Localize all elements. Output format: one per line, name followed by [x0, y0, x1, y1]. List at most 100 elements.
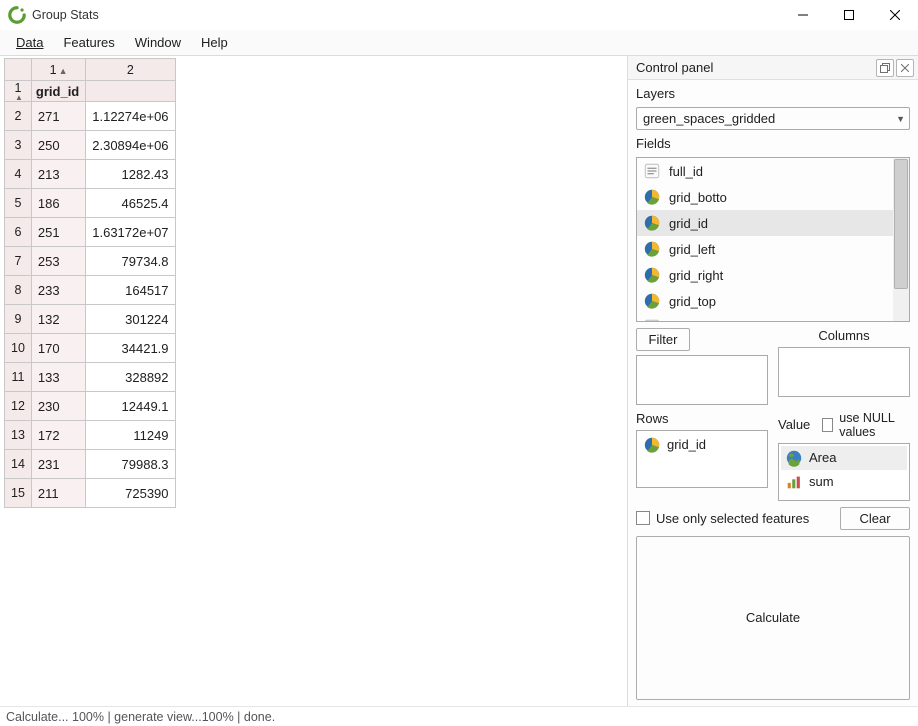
cell-grid-id[interactable]: 213 — [31, 160, 85, 189]
table-row[interactable]: 62511.63172e+07 — [5, 218, 176, 247]
close-button[interactable] — [872, 0, 918, 30]
fields-list[interactable]: full_id grid_botto grid_idgrid_leftgrid_ri… — [637, 158, 893, 321]
menu-help[interactable]: Help — [191, 32, 238, 53]
table-row[interactable]: 11133328892 — [5, 363, 176, 392]
cell-grid-id[interactable]: 271 — [31, 102, 85, 131]
cell-grid-id[interactable]: 250 — [31, 131, 85, 160]
maximize-button[interactable] — [826, 0, 872, 30]
field-item-grid-botto[interactable]: grid_botto — [637, 184, 893, 210]
calculate-button[interactable]: Calculate — [636, 536, 910, 701]
table-row[interactable]: 8233164517 — [5, 276, 176, 305]
cell-grid-id[interactable]: 132 — [31, 305, 85, 334]
rows-item-grid-id[interactable]: grid_id — [639, 433, 765, 457]
cell-value[interactable]: 164517 — [86, 276, 175, 305]
value-dropzone[interactable]: Areasum — [778, 443, 910, 501]
fields-scrollbar[interactable] — [893, 158, 909, 321]
cell-value[interactable]: 12449.1 — [86, 392, 175, 421]
column-header-1[interactable]: 1▲ — [31, 59, 85, 81]
table-row[interactable]: 1017034421.9 — [5, 334, 176, 363]
cell-value[interactable]: 34421.9 — [86, 334, 175, 363]
cell-grid-id[interactable]: 231 — [31, 450, 85, 479]
value-item-sum[interactable]: sum — [781, 470, 907, 494]
row-header[interactable]: 2 — [5, 102, 32, 131]
table-row[interactable]: 15211725390 — [5, 479, 176, 508]
row-header-1[interactable]: 1▲ — [5, 81, 32, 102]
cell-value[interactable]: 11249 — [86, 421, 175, 450]
cell-value[interactable]: 46525.4 — [86, 189, 175, 218]
cell-grid-id[interactable]: 253 — [31, 247, 85, 276]
field-item-grid-top[interactable]: grid_top — [637, 288, 893, 314]
row-header[interactable]: 11 — [5, 363, 32, 392]
row-header[interactable]: 15 — [5, 479, 32, 508]
row-header[interactable]: 13 — [5, 421, 32, 450]
panel-float-button[interactable] — [876, 59, 894, 77]
row-header[interactable]: 7 — [5, 247, 32, 276]
columns-dropzone[interactable] — [778, 347, 910, 397]
field-item-grid-left[interactable]: grid_left — [637, 236, 893, 262]
cell-grid-id[interactable]: 211 — [31, 479, 85, 508]
cell-grid-id[interactable]: 233 — [31, 276, 85, 305]
cell-value[interactable]: 328892 — [86, 363, 175, 392]
minimize-button[interactable] — [780, 0, 826, 30]
table-row[interactable]: 1423179988.3 — [5, 450, 176, 479]
pie-icon — [643, 240, 661, 258]
cell-grid-id[interactable]: 170 — [31, 334, 85, 363]
row-header[interactable]: 14 — [5, 450, 32, 479]
use-null-checkbox[interactable] — [822, 418, 833, 432]
scrollbar-thumb[interactable] — [894, 159, 908, 289]
field-item-label: grid_botto — [669, 190, 727, 205]
cell-value[interactable]: 1282.43 — [86, 160, 175, 189]
row-header[interactable]: 8 — [5, 276, 32, 305]
cell-value[interactable]: 1.63172e+07 — [86, 218, 175, 247]
table-row[interactable]: 1317211249 — [5, 421, 176, 450]
row-header[interactable]: 4 — [5, 160, 32, 189]
menu-window[interactable]: Window — [125, 32, 191, 53]
fields-label: Fields — [636, 136, 910, 151]
field-item-grid-right[interactable]: grid_right — [637, 262, 893, 288]
row-header[interactable]: 9 — [5, 305, 32, 334]
use-only-selected-checkbox[interactable] — [636, 511, 650, 525]
table-row[interactable]: 518646525.4 — [5, 189, 176, 218]
field-item-full-id[interactable]: full_id — [637, 158, 893, 184]
table-row[interactable]: 725379734.8 — [5, 247, 176, 276]
row-header[interactable]: 6 — [5, 218, 32, 247]
cell-grid-id[interactable]: 230 — [31, 392, 85, 421]
menu-features[interactable]: Features — [53, 32, 124, 53]
cell-grid-id[interactable]: 172 — [31, 421, 85, 450]
panel-close-button[interactable] — [896, 59, 914, 77]
row-header[interactable]: 12 — [5, 392, 32, 421]
table-corner[interactable] — [5, 59, 32, 81]
cell-value[interactable]: 2.30894e+06 — [86, 131, 175, 160]
menu-data[interactable]: Data — [6, 32, 53, 53]
table-row[interactable]: 32502.30894e+06 — [5, 131, 176, 160]
cell-value[interactable]: 79734.8 — [86, 247, 175, 276]
table-row[interactable]: 42131282.43 — [5, 160, 176, 189]
layers-combo[interactable]: green_spaces_gridded ▼ — [636, 107, 910, 130]
row-header[interactable]: 5 — [5, 189, 32, 218]
column-header-2[interactable]: 2 — [86, 59, 175, 81]
cell-grid-id[interactable]: 133 — [31, 363, 85, 392]
row-header[interactable]: 3 — [5, 131, 32, 160]
clear-button[interactable]: Clear — [840, 507, 910, 530]
cell-value[interactable]: 79988.3 — [86, 450, 175, 479]
value-item-area[interactable]: Area — [781, 446, 907, 470]
rows-item-label: grid_id — [667, 437, 706, 452]
rows-dropzone[interactable]: grid_id — [636, 430, 768, 488]
field-item-intermitte[interactable]: intermitte — [637, 314, 893, 321]
table-row[interactable]: 9132301224 — [5, 305, 176, 334]
filter-dropzone[interactable] — [636, 355, 768, 405]
cell-value[interactable]: 301224 — [86, 305, 175, 334]
header-cell-grid-id[interactable]: grid_id — [31, 81, 85, 102]
control-panel-body: Layers green_spaces_gridded ▼ Fields ful… — [628, 80, 918, 706]
filter-button[interactable]: Filter — [636, 328, 690, 351]
use-only-selected-label: Use only selected features — [656, 511, 809, 526]
table-row[interactable]: 22711.12274e+06 — [5, 102, 176, 131]
cell-value[interactable]: 1.12274e+06 — [86, 102, 175, 131]
field-item-grid-id[interactable]: grid_id — [637, 210, 893, 236]
row-header[interactable]: 10 — [5, 334, 32, 363]
cell-grid-id[interactable]: 251 — [31, 218, 85, 247]
cell-value[interactable]: 725390 — [86, 479, 175, 508]
table-row[interactable]: 1223012449.1 — [5, 392, 176, 421]
cell-grid-id[interactable]: 186 — [31, 189, 85, 218]
app-icon — [8, 6, 26, 24]
